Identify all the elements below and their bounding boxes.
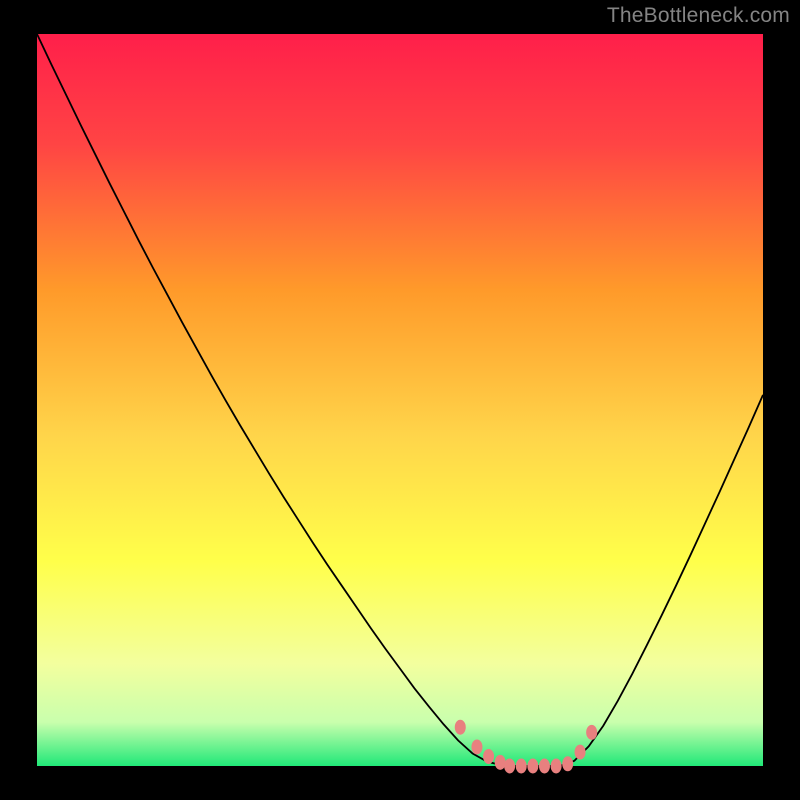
watermark-text: TheBottleneck.com [607,4,790,28]
marker-dot [504,759,515,774]
marker-dot [483,749,494,764]
gradient-panel [37,34,763,766]
marker-dot [516,759,527,774]
marker-dot [495,755,506,770]
chart-container: TheBottleneck.com [0,0,800,800]
marker-dot [575,745,586,760]
marker-dot [455,720,466,735]
marker-dot [551,759,562,774]
bottleneck-chart [0,0,800,800]
marker-dot [471,739,482,754]
marker-dot [586,725,597,740]
marker-dot [527,759,538,774]
marker-dot [562,756,573,771]
marker-dot [539,759,550,774]
